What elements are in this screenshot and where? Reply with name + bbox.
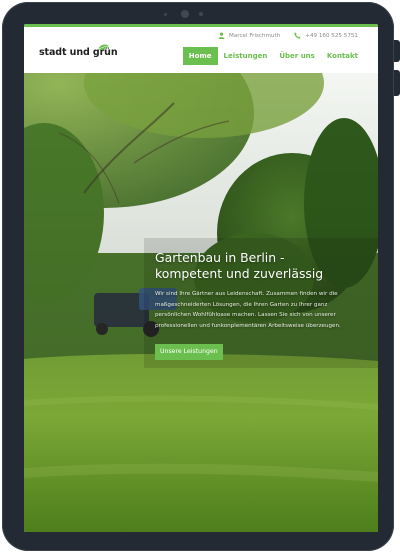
nav-item-leistungen[interactable]: Leistungen (218, 47, 274, 65)
leaf-icon (98, 44, 109, 50)
side-button-lower (394, 70, 400, 96)
nav-item-home[interactable]: Home (182, 47, 218, 65)
services-button[interactable]: Unsere Leistungen (155, 344, 223, 360)
nav-item-kontakt[interactable]: Kontakt (321, 47, 364, 65)
hero-section: Gartenbau in Berlin - kompetent und zuve… (24, 73, 378, 532)
user-icon (218, 31, 225, 41)
top-accent-line (24, 24, 378, 27)
nav-item-ueber-uns[interactable]: Über uns (273, 47, 320, 65)
side-button-upper (394, 40, 400, 62)
phone-icon (294, 31, 301, 41)
contact-phone[interactable]: +49 160 525 5751 (294, 31, 358, 41)
hero-copy: Gartenbau in Berlin - kompetent und zuve… (155, 250, 355, 331)
contact-name: Marcel Frischmuth (229, 33, 281, 39)
screen: Marcel Frischmuth +49 160 525 5751 stadt… (24, 24, 378, 532)
hero-description: Wir sind Ihre Gärtner aus Leidenschaft. … (155, 291, 341, 329)
contact-person[interactable]: Marcel Frischmuth (218, 31, 281, 41)
main-navigation: Home Leistungen Über uns Kontakt (182, 47, 364, 65)
hero-title: Gartenbau in Berlin - kompetent und zuve… (155, 250, 324, 281)
tablet-frame: Marcel Frischmuth +49 160 525 5751 stadt… (2, 2, 394, 551)
camera-dot (164, 13, 167, 16)
phone-number: +49 160 525 5751 (305, 33, 358, 39)
top-contact-bar: Marcel Frischmuth +49 160 525 5751 (218, 30, 358, 42)
sensor-dot (199, 12, 203, 16)
camera-lens (181, 10, 189, 18)
brand-logo[interactable]: stadt und grün (39, 44, 118, 58)
